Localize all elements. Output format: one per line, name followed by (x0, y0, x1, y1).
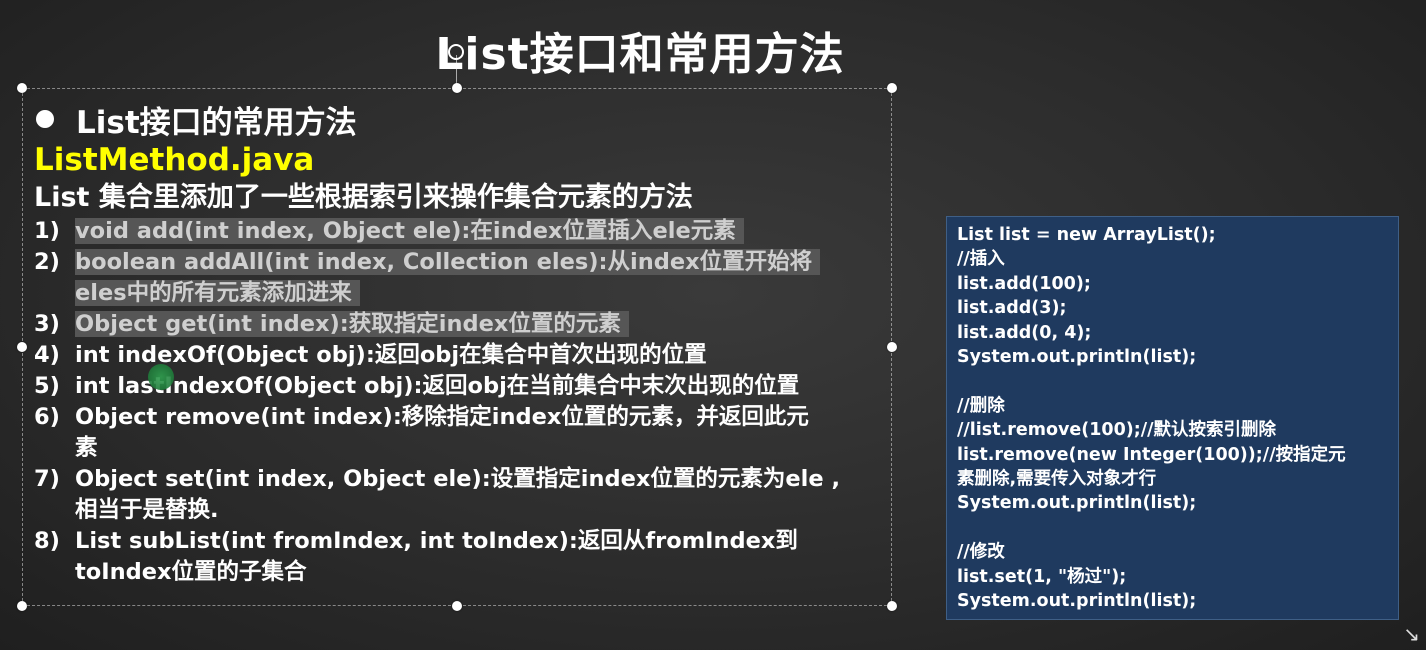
resize-handle-top-middle[interactable] (452, 83, 462, 93)
section-heading-text: List接口的常用方法 (76, 104, 357, 141)
code-example-panel: List list = new ArrayList(); //插入 list.add… (946, 216, 1399, 620)
method-item: 2) boolean addAll(int index, Collection e… (34, 247, 884, 309)
method-description: int lastIndexOf(Object obj):返回obj在当前集合中末… (75, 371, 884, 402)
method-description-line: int indexOf(Object obj):返回obj在集合中首次出现的位置 (75, 342, 707, 368)
bullet-dot-icon (36, 110, 54, 128)
code-line: //修改 (957, 542, 1005, 563)
method-description-line: toIndex位置的子集合 (75, 559, 307, 585)
code-line: System.out.println(list); (957, 591, 1197, 612)
method-item: 3) Object get(int index):获取指定index位置的元素 (34, 309, 884, 340)
method-item: 7) Object set(int index, Object ele):设置指定… (34, 464, 884, 526)
resize-handle-middle-right[interactable] (887, 342, 897, 352)
method-description-line: 相当于是替换. (75, 497, 219, 523)
method-number: 5) (34, 373, 60, 399)
method-item: 6) Object remove(int index):移除指定index位置的元… (34, 402, 884, 464)
method-description-line: List subList(int fromIndex, int toIndex)… (75, 528, 798, 554)
method-description: Object set(int index, Object ele):设置指定in… (75, 464, 884, 526)
method-number: 4) (34, 342, 60, 368)
method-description: List subList(int fromIndex, int toIndex)… (75, 526, 884, 588)
code-line: //list.remove(100);//默认按索引删除 (957, 420, 1277, 441)
method-description-line: eles中的所有元素添加进来 (75, 280, 360, 306)
method-description: Object remove(int index):移除指定index位置的元素，… (75, 402, 884, 464)
method-description-line: void add(int index, Object ele):在index位置… (75, 218, 744, 244)
section-heading: List接口的常用方法 (34, 98, 884, 141)
code-line: System.out.println(list); (957, 493, 1197, 514)
pointer-cursor-icon (148, 364, 174, 390)
method-description-line: Object get(int index):获取指定index位置的元素 (75, 311, 629, 337)
pen-tool-icon[interactable]: ↘ (1403, 622, 1420, 646)
slide-title: List接口和常用方法 (435, 29, 845, 80)
method-description: boolean addAll(int index, Collection ele… (75, 247, 884, 309)
code-line: //删除 (957, 395, 1005, 416)
method-number: 8) (34, 528, 60, 554)
code-line: list.set(1, "杨过"); (957, 566, 1127, 587)
resize-handle-top-right[interactable] (887, 83, 897, 93)
method-list: 1) void add(int index, Object ele):在index… (34, 216, 884, 588)
method-description: Object get(int index):获取指定index位置的元素 (75, 309, 884, 340)
code-line: System.out.println(list); (957, 347, 1197, 368)
method-number: 2) (34, 249, 60, 275)
method-number: 3) (34, 311, 60, 337)
code-line: list.add(100); (957, 273, 1091, 294)
resize-handle-bottom-left[interactable] (17, 601, 27, 611)
resize-handle-bottom-right[interactable] (887, 601, 897, 611)
method-description-line: Object remove(int index):移除指定index位置的元素，… (75, 404, 809, 430)
method-description-line: Object set(int index, Object ele):设置指定in… (75, 466, 841, 492)
method-item: 8) List subList(int fromIndex, int toInde… (34, 526, 884, 588)
code-line: List list = new ArrayList(); (957, 225, 1216, 245)
method-description-line: boolean addAll(int index, Collection ele… (75, 249, 821, 275)
method-number: 6) (34, 404, 60, 430)
file-name-label: ListMethod.java (34, 142, 315, 178)
method-number: 1) (34, 218, 60, 244)
method-description-line: 素 (75, 435, 98, 461)
code-line: list.remove(new Integer(100));//按指定元 (957, 444, 1346, 465)
code-line: list.add(0, 4); (957, 322, 1092, 343)
slide-text-content[interactable]: List接口的常用方法 ListMethod.java List 集合里添加了一… (34, 98, 884, 588)
resize-handle-bottom-middle[interactable] (452, 601, 462, 611)
method-description: int indexOf(Object obj):返回obj在集合中首次出现的位置 (75, 340, 884, 371)
method-number: 7) (34, 466, 60, 492)
method-description-line: int lastIndexOf(Object obj):返回obj在当前集合中末… (75, 373, 800, 399)
method-item: 1) void add(int index, Object ele):在index… (34, 216, 884, 247)
intro-text: List 集合里添加了一些根据索引来操作集合元素的方法 (34, 182, 693, 213)
code-line: list.add(3); (957, 298, 1067, 319)
resize-handle-top-left[interactable] (17, 83, 27, 93)
code-line: //插入 (957, 249, 1005, 270)
method-description: void add(int index, Object ele):在index位置… (75, 216, 884, 247)
code-line: 素删除,需要传入对象才行 (957, 469, 1157, 490)
resize-handle-middle-left[interactable] (17, 342, 27, 352)
rotate-handle-icon[interactable] (448, 44, 464, 60)
